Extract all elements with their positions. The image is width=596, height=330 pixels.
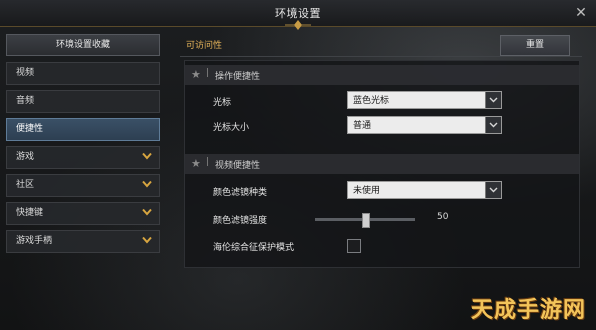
- sidebar-item[interactable]: 社区: [6, 174, 160, 197]
- sidebar-item[interactable]: 音频: [6, 90, 160, 113]
- close-button[interactable]: ✕: [572, 4, 590, 22]
- settings-window: 环境设置 ✕ 环境设置收藏 视频音频便捷性游戏社区快捷键游戏手柄 可访问性 重置…: [0, 0, 596, 330]
- chevron-down-icon[interactable]: [141, 150, 153, 162]
- sidebar-list: 视频音频便捷性游戏社区快捷键游戏手柄: [6, 62, 160, 253]
- chevron-down-icon[interactable]: [141, 234, 153, 246]
- color-filter-strength-value: 50: [437, 212, 449, 222]
- watermark: 天成手游网: [444, 294, 592, 326]
- settings-content: ★ | 操作便捷性 光标 蓝色光标 光标大小 普通 ★ | 视频便捷性 颜色滤镜…: [184, 60, 580, 268]
- sidebar-item-label: 游戏: [16, 152, 35, 162]
- cursor-size-label: 光标大小: [213, 123, 250, 133]
- sidebar-item[interactable]: 游戏手柄: [6, 230, 160, 253]
- sidebar: 环境设置收藏 视频音频便捷性游戏社区快捷键游戏手柄: [6, 34, 160, 258]
- color-filter-strength-label: 颜色滤镜强度: [213, 216, 268, 226]
- color-filter-type-value: 未使用: [353, 186, 381, 196]
- cursor-size-dropdown[interactable]: 普通: [347, 116, 502, 134]
- title-bar: 环境设置 ✕: [0, 0, 596, 30]
- cursor-size-dropdown-value: 普通: [353, 121, 372, 131]
- slider-thumb[interactable]: [362, 213, 370, 228]
- sidebar-item[interactable]: 游戏: [6, 146, 160, 169]
- section-label: 视频便捷性: [215, 161, 261, 171]
- chevron-down-icon[interactable]: [485, 92, 501, 108]
- color-filter-type-dropdown[interactable]: 未使用: [347, 181, 502, 199]
- chevron-down-icon[interactable]: [141, 206, 153, 218]
- chevron-down-icon[interactable]: [141, 178, 153, 190]
- chevron-down-icon[interactable]: [485, 182, 501, 198]
- chevron-down-icon[interactable]: [485, 117, 501, 133]
- section-video-accessibility: ★ | 视频便捷性: [185, 154, 579, 174]
- cursor-dropdown-value: 蓝色光标: [353, 96, 390, 106]
- sidebar-item-label: 社区: [16, 180, 35, 190]
- sidebar-item-label: 快捷键: [16, 208, 44, 218]
- main-panel: 可访问性 重置 ★ | 操作便捷性 光标 蓝色光标 光标大小 普通 ★ | 视频…: [180, 34, 582, 270]
- section-operation-accessibility: ★ | 操作便捷性: [185, 65, 579, 85]
- sidebar-item-label: 游戏手柄: [16, 236, 53, 246]
- title-ornament-icon: [285, 20, 311, 30]
- favorite-star-icon[interactable]: ★: [191, 68, 201, 81]
- sidebar-item[interactable]: 快捷键: [6, 202, 160, 225]
- favorite-star-icon[interactable]: ★: [191, 157, 201, 170]
- watermark-text: 天成手游网: [470, 298, 586, 323]
- cursor-dropdown[interactable]: 蓝色光标: [347, 91, 502, 109]
- sidebar-item-label: 视频: [16, 68, 35, 78]
- main-header: 可访问性 重置: [180, 34, 582, 57]
- harding-protection-label: 海伦综合征保护模式: [213, 243, 295, 253]
- page-title: 可访问性: [186, 41, 223, 51]
- cursor-label: 光标: [213, 98, 232, 108]
- sidebar-item-label: 便捷性: [16, 124, 44, 134]
- sidebar-item[interactable]: 便捷性: [6, 118, 160, 141]
- sidebar-header-favorites[interactable]: 环境设置收藏: [6, 34, 160, 56]
- reset-button[interactable]: 重置: [500, 35, 570, 56]
- harding-protection-checkbox[interactable]: [347, 239, 361, 253]
- sidebar-item[interactable]: 视频: [6, 62, 160, 85]
- sidebar-item-label: 音频: [16, 96, 35, 106]
- color-filter-strength-slider[interactable]: [315, 213, 415, 228]
- section-separator: |: [206, 68, 210, 78]
- section-separator: |: [206, 157, 210, 167]
- color-filter-type-label: 颜色滤镜种类: [213, 188, 268, 198]
- section-label: 操作便捷性: [215, 72, 261, 82]
